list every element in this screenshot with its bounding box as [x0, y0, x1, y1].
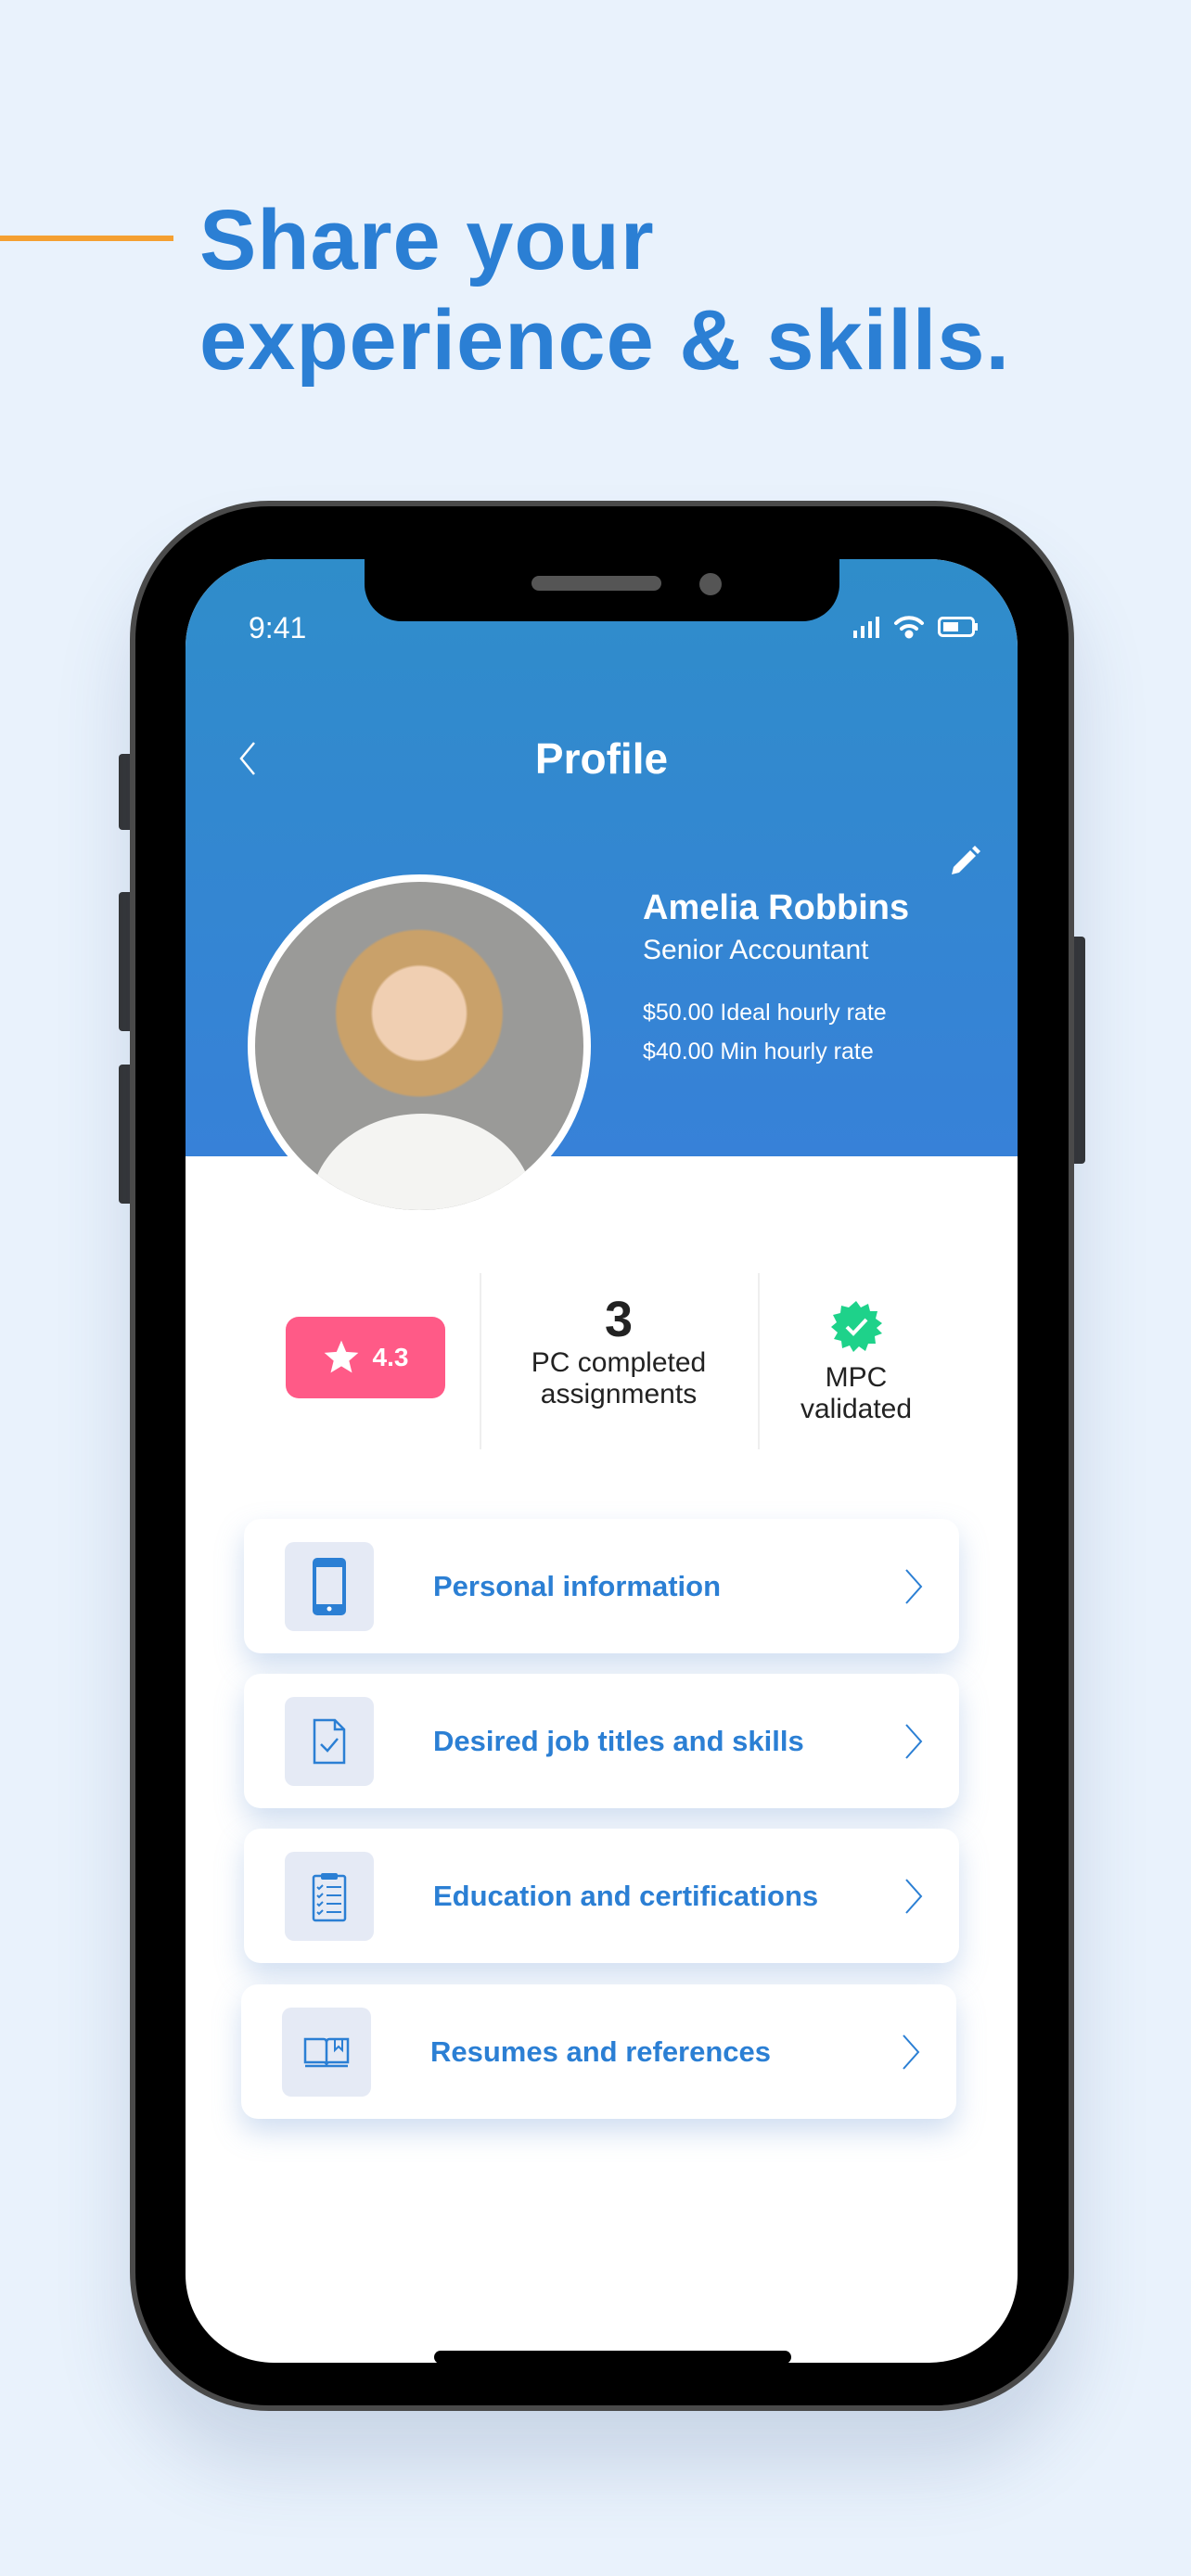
chevron-right-icon — [905, 1568, 923, 1604]
accent-line — [0, 236, 173, 241]
book-icon — [282, 2007, 371, 2097]
wifi-icon — [894, 616, 924, 639]
menu-item-label: Desired job titles and skills — [433, 1724, 804, 1757]
validated-stat: MPC validated — [767, 1299, 945, 1425]
edit-profile-button[interactable] — [948, 845, 981, 878]
avatar — [248, 874, 591, 1218]
rating-value: 4.3 — [372, 1343, 409, 1371]
completed-label: PC completed — [531, 1347, 707, 1378]
notch — [365, 559, 839, 621]
menu-item-education-certifications[interactable]: Education and certifications — [244, 1829, 959, 1963]
phone-icon — [285, 1541, 374, 1631]
status-icons — [852, 615, 979, 639]
menu-item-label: Resumes and references — [430, 2034, 772, 2068]
clipboard-list-icon — [285, 1851, 374, 1941]
validated-label: validated — [800, 1394, 913, 1424]
stat-divider — [758, 1273, 760, 1449]
ideal-rate: $50.00 Ideal hourly rate — [643, 1000, 887, 1026]
menu-item-resumes-references[interactable]: Resumes and references — [241, 1984, 956, 2119]
status-time: 9:41 — [249, 611, 307, 644]
validated-label: MPC — [825, 1362, 888, 1393]
chevron-right-icon — [903, 2034, 920, 2070]
headline-line-1: Share your — [199, 193, 655, 287]
completed-assignments-stat: 3 PC completed assignments — [489, 1292, 749, 1410]
document-check-icon — [285, 1696, 374, 1786]
page-title: Profile — [534, 734, 669, 783]
profile-name: Amelia Robbins — [643, 888, 910, 927]
home-indicator[interactable] — [434, 2351, 791, 2363]
menu-item-desired-job-titles[interactable]: Desired job titles and skills — [244, 1674, 959, 1808]
completed-count: 3 — [604, 1292, 634, 1347]
menu-item-label: Education and certifications — [433, 1879, 819, 1912]
power-button — [1072, 937, 1085, 1164]
completed-label: assignments — [540, 1379, 698, 1409]
headline-line-2: experience & skills. — [199, 293, 1011, 388]
star-icon — [324, 1340, 358, 1373]
battery-icon — [938, 617, 978, 637]
headline: Share your experience & skills. — [199, 190, 1010, 390]
profile-role: Senior Accountant — [643, 935, 869, 965]
chevron-right-icon — [905, 1878, 923, 1914]
signal-icon — [853, 617, 879, 638]
menu-item-personal-information[interactable]: Personal information — [244, 1519, 959, 1653]
chevron-right-icon — [905, 1723, 923, 1759]
menu-item-label: Personal information — [433, 1569, 722, 1602]
stat-divider — [480, 1273, 481, 1449]
min-rate: $40.00 Min hourly rate — [643, 1039, 874, 1065]
rating-badge: 4.3 — [286, 1317, 445, 1398]
phone-screen: 9:41 Profile Amelia Robbins Senior Accou… — [186, 559, 1018, 2363]
verified-badge-icon — [831, 1301, 882, 1352]
